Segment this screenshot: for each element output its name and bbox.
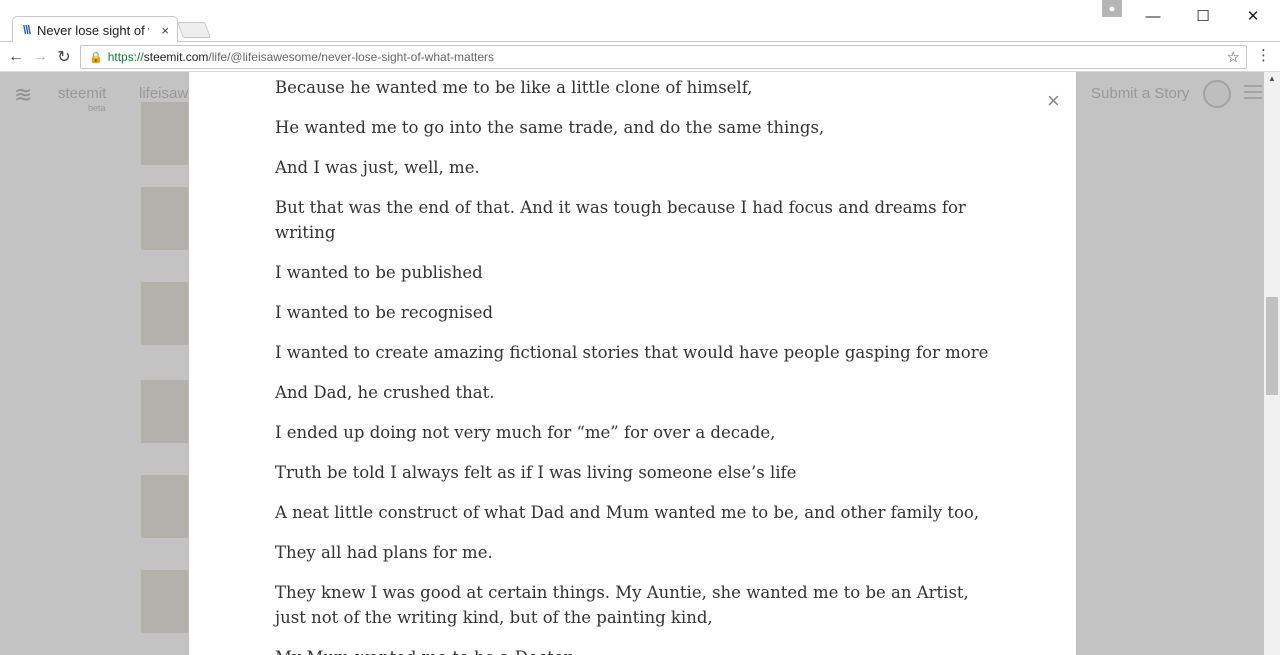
- close-window-button[interactable]: ✕: [1230, 4, 1276, 28]
- bookmark-star-icon[interactable]: ☆: [1227, 48, 1240, 66]
- article-paragraph: But that was the end of that. And it was…: [275, 198, 966, 242]
- article-body: Because he wanted me to be like a little…: [275, 75, 995, 655]
- article-paragraph: Because he wanted me to be like a little…: [275, 78, 753, 97]
- back-button[interactable]: ←: [5, 46, 27, 68]
- page-scrollbar[interactable]: ▲: [1264, 72, 1280, 655]
- scroll-up-arrow-icon[interactable]: ▲: [1264, 72, 1280, 86]
- browser-menu-icon[interactable]: ⋮: [1256, 47, 1271, 65]
- url-scheme: https://: [107, 50, 144, 64]
- browser-toolbar: ← → ↻ 🔒 https:// steemit.com /life/@life…: [0, 42, 1280, 72]
- maximize-button[interactable]: ☐: [1180, 4, 1226, 28]
- article-paragraph: I wanted to be published: [275, 263, 483, 282]
- forward-button[interactable]: →: [29, 46, 51, 68]
- article-paragraph: My Mum wanted me to be a Doctor,: [275, 645, 995, 655]
- url-host: steemit.com: [143, 50, 209, 64]
- new-tab-button[interactable]: [177, 22, 211, 38]
- article-paragraph: I ended up doing not very much for “me” …: [275, 423, 776, 442]
- profile-icon[interactable]: ●: [1102, 0, 1122, 17]
- browser-tab[interactable]: \\\ Never lose sight of what matters ×: [12, 16, 178, 43]
- article-paragraph: A neat little construct of what Dad and …: [275, 503, 980, 522]
- article-paragraph: I wanted to create amazing fictional sto…: [275, 343, 989, 362]
- steemit-favicon-icon: \\\: [23, 23, 31, 37]
- tab-close-icon[interactable]: ×: [161, 23, 169, 38]
- minimize-button[interactable]: —: [1130, 4, 1176, 28]
- article-paragraph: And Dad, he crushed that.: [275, 383, 495, 402]
- post-modal: × Because he wanted me to be like a litt…: [188, 72, 1077, 655]
- browser-tabstrip: \\\ Never lose sight of what matters × ●…: [0, 0, 1280, 43]
- article-paragraph: They all had plans for me.: [275, 543, 493, 562]
- reload-button[interactable]: ↻: [53, 46, 75, 68]
- article-paragraph: Truth be told I always felt as if I was …: [275, 463, 797, 482]
- article-paragraph: He wanted me to go into the same trade, …: [275, 118, 825, 137]
- article-paragraph: I wanted to be recognised: [275, 303, 494, 322]
- address-bar[interactable]: 🔒 https:// steemit.com /life/@lifeisawes…: [80, 45, 1247, 69]
- modal-close-icon[interactable]: ×: [1047, 90, 1060, 112]
- article-paragraph: They knew I was good at certain things. …: [275, 583, 969, 627]
- tab-title: Never lose sight of what matters: [37, 22, 149, 38]
- article-paragraph: And I was just, well, me.: [275, 158, 480, 177]
- scrollbar-thumb[interactable]: [1266, 297, 1278, 395]
- lock-icon: 🔒: [89, 51, 103, 64]
- url-path: /life/@lifeisawesome/never-lose-sight-of…: [208, 50, 495, 64]
